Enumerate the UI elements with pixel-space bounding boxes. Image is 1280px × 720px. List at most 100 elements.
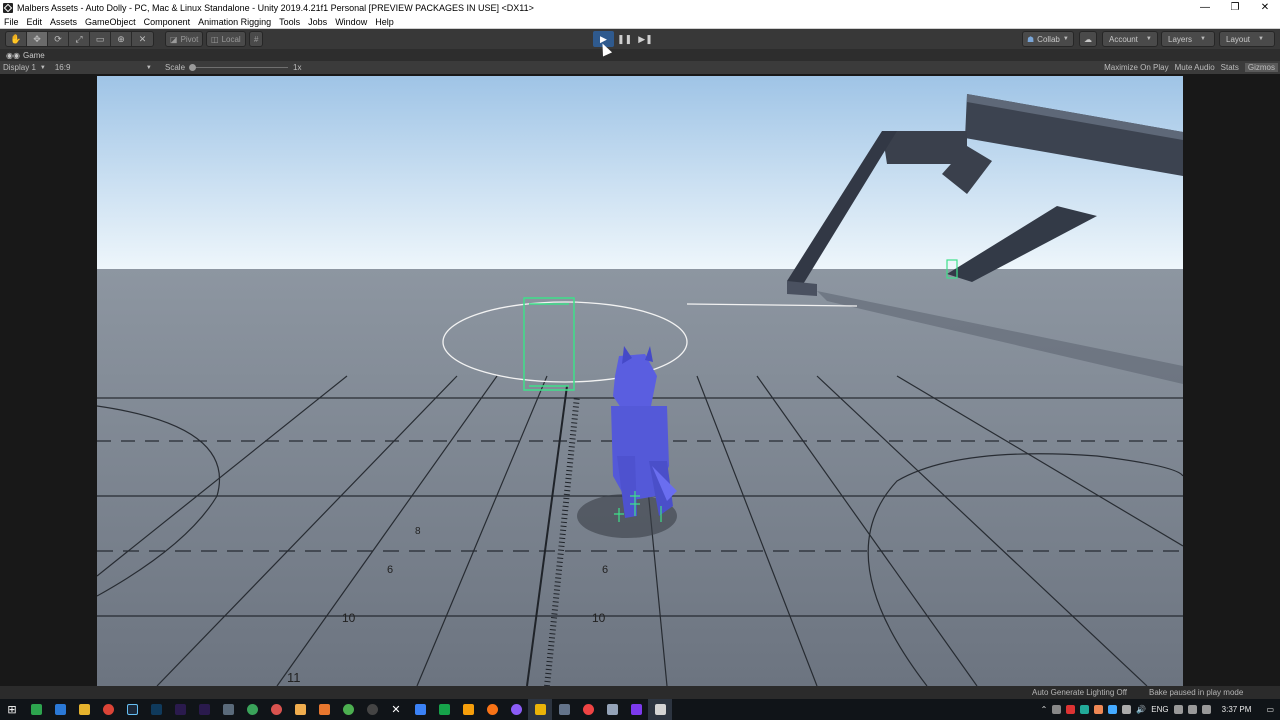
notification-icon[interactable]: ▭ (1266, 705, 1274, 714)
step-button[interactable]: ▶❚ (635, 31, 656, 47)
rotate-tool-icon[interactable]: ⟳ (48, 32, 69, 46)
taskbar-app-5[interactable] (120, 699, 144, 720)
game-viewport[interactable]: 8 6 6 10 10 11 (0, 41, 1280, 686)
tray-app-icon[interactable] (1122, 705, 1132, 714)
tab-game[interactable]: ◉◉ Game (0, 51, 51, 60)
taskbar-app-11[interactable] (264, 699, 288, 720)
display-dropdown[interactable]: Display 1 ▼ (0, 63, 46, 72)
game-view-tab-strip: ◉◉ Game (0, 49, 1280, 61)
taskbar-app-23[interactable] (552, 699, 576, 720)
grid-label-11: 11 (287, 670, 301, 685)
green-circle-icon (246, 704, 258, 715)
taskbar-app-15[interactable] (360, 699, 384, 720)
taskbar-app-4[interactable] (96, 699, 120, 720)
tray-app-icon[interactable] (1187, 705, 1197, 714)
tray-app-icon[interactable] (1173, 705, 1183, 714)
start-button[interactable]: ⊞ (0, 699, 24, 720)
taskbar-app-8[interactable] (192, 699, 216, 720)
tray-app-icon[interactable] (1080, 705, 1090, 714)
gizmos-dropdown[interactable]: Gizmos (1244, 63, 1278, 72)
tray-app-icon[interactable] (1052, 705, 1062, 714)
tray-app-icon[interactable] (1066, 705, 1076, 714)
hand-tool-icon[interactable]: ✋ (6, 32, 27, 46)
menu-tools[interactable]: Tools (275, 17, 304, 27)
menu-window[interactable]: Window (331, 17, 371, 27)
menu-file[interactable]: File (0, 17, 23, 27)
tray-app-icon[interactable] (1201, 705, 1211, 714)
taskbar-app-6[interactable] (144, 699, 168, 720)
green-square-icon (438, 704, 450, 715)
rect-tool-icon[interactable]: ▭ (90, 32, 111, 46)
move-tool-icon[interactable]: ✥ (27, 32, 48, 46)
lighting-status[interactable]: Auto Generate Lighting Off (1032, 688, 1127, 697)
maximize-on-play-toggle[interactable]: Maximize On Play (1104, 63, 1168, 72)
minimize-button[interactable]: — (1190, 0, 1220, 15)
taskbar-app-12[interactable] (288, 699, 312, 720)
visual-studio-icon (630, 704, 642, 715)
taskbar-app-9[interactable] (216, 699, 240, 720)
yellow-folder-icon (534, 704, 546, 715)
game-scene-render[interactable]: 8 6 6 10 10 11 (97, 76, 1183, 686)
taskbar-app-16[interactable]: ✕ (384, 699, 408, 720)
layers-dropdown[interactable]: Layers ▼ (1161, 31, 1215, 47)
mute-audio-toggle[interactable]: Mute Audio (1175, 63, 1215, 72)
pause-button[interactable]: ❚❚ (614, 31, 635, 47)
taskbar-app-unity[interactable] (648, 699, 672, 720)
menu-gameobject[interactable]: GameObject (81, 17, 140, 27)
scale-slider-track[interactable] (190, 67, 288, 68)
scale-tool-icon[interactable]: ⤢ (69, 32, 90, 46)
menu-animation-rigging[interactable]: Animation Rigging (194, 17, 275, 27)
maximize-button[interactable]: ❐ (1220, 0, 1250, 15)
taskbar-app-17[interactable] (408, 699, 432, 720)
input-language[interactable]: ENG (1151, 705, 1168, 714)
taskbar-app-7[interactable] (168, 699, 192, 720)
taskbar-app-24[interactable] (576, 699, 600, 720)
chevron-down-icon: ▼ (1062, 36, 1069, 42)
volume-icon[interactable]: 🔊 (1136, 705, 1146, 714)
chevron-down-icon: ▼ (145, 64, 152, 71)
main-toolbar: ✋ ✥ ⟳ ⤢ ▭ ⊕ ✕ ◪ Pivot ◫ Local # ▶ ❚❚ ▶❚ … (0, 29, 1280, 49)
pivot-icon: ◪ (170, 34, 178, 44)
local-icon: ◫ (211, 34, 219, 44)
taskbar-app-22[interactable] (528, 699, 552, 720)
taskbar-app-3[interactable] (72, 699, 96, 720)
aspect-dropdown[interactable]: 16:9 ▼ (52, 63, 152, 72)
menu-help[interactable]: Help (371, 17, 398, 27)
taskbar-app-26[interactable] (624, 699, 648, 720)
scale-slider-handle[interactable] (189, 64, 196, 71)
system-tray: ⌃ 🔊 ENG 3:37 PM ▭ (1041, 699, 1280, 720)
menu-jobs[interactable]: Jobs (304, 17, 331, 27)
chevron-up-icon[interactable]: ⌃ (1041, 705, 1048, 714)
blue-app-icon (54, 704, 66, 715)
clock-time[interactable]: 3:37 PM (1222, 705, 1252, 714)
taskbar-app-21[interactable] (504, 699, 528, 720)
close-button[interactable]: ✕ (1250, 0, 1280, 15)
cloud-button[interactable]: ☁ (1079, 31, 1097, 47)
taskbar-app-1[interactable] (24, 699, 48, 720)
taskbar-app-14[interactable] (336, 699, 360, 720)
account-label: Account (1109, 34, 1138, 44)
taskbar-app-20[interactable] (480, 699, 504, 720)
transform-tool-icon[interactable]: ⊕ (111, 32, 132, 46)
account-dropdown[interactable]: Account ▼ (1102, 31, 1158, 47)
stats-toggle[interactable]: Stats (1221, 63, 1239, 72)
menu-edit[interactable]: Edit (23, 17, 47, 27)
taskbar-app-18[interactable] (432, 699, 456, 720)
menu-component[interactable]: Component (140, 17, 195, 27)
layout-dropdown[interactable]: Layout ▼ (1219, 31, 1275, 47)
taskbar-app-2[interactable] (48, 699, 72, 720)
taskbar-app-19[interactable] (456, 699, 480, 720)
window-controls: — ❐ ✕ (1190, 0, 1280, 15)
tray-app-icon[interactable] (1094, 705, 1104, 714)
grid-snap-button[interactable]: # (249, 31, 264, 47)
scale-value: 1x (293, 63, 302, 72)
custom-tool-icon[interactable]: ✕ (132, 32, 153, 46)
taskbar-app-10[interactable] (240, 699, 264, 720)
local-toggle[interactable]: ◫ Local (206, 31, 246, 47)
taskbar-app-25[interactable] (600, 699, 624, 720)
tray-app-icon[interactable] (1108, 705, 1118, 714)
collab-button[interactable]: ☗ Collab ▼ (1022, 31, 1074, 47)
pivot-toggle[interactable]: ◪ Pivot (165, 31, 204, 47)
taskbar-app-13[interactable] (312, 699, 336, 720)
menu-assets[interactable]: Assets (46, 17, 81, 27)
